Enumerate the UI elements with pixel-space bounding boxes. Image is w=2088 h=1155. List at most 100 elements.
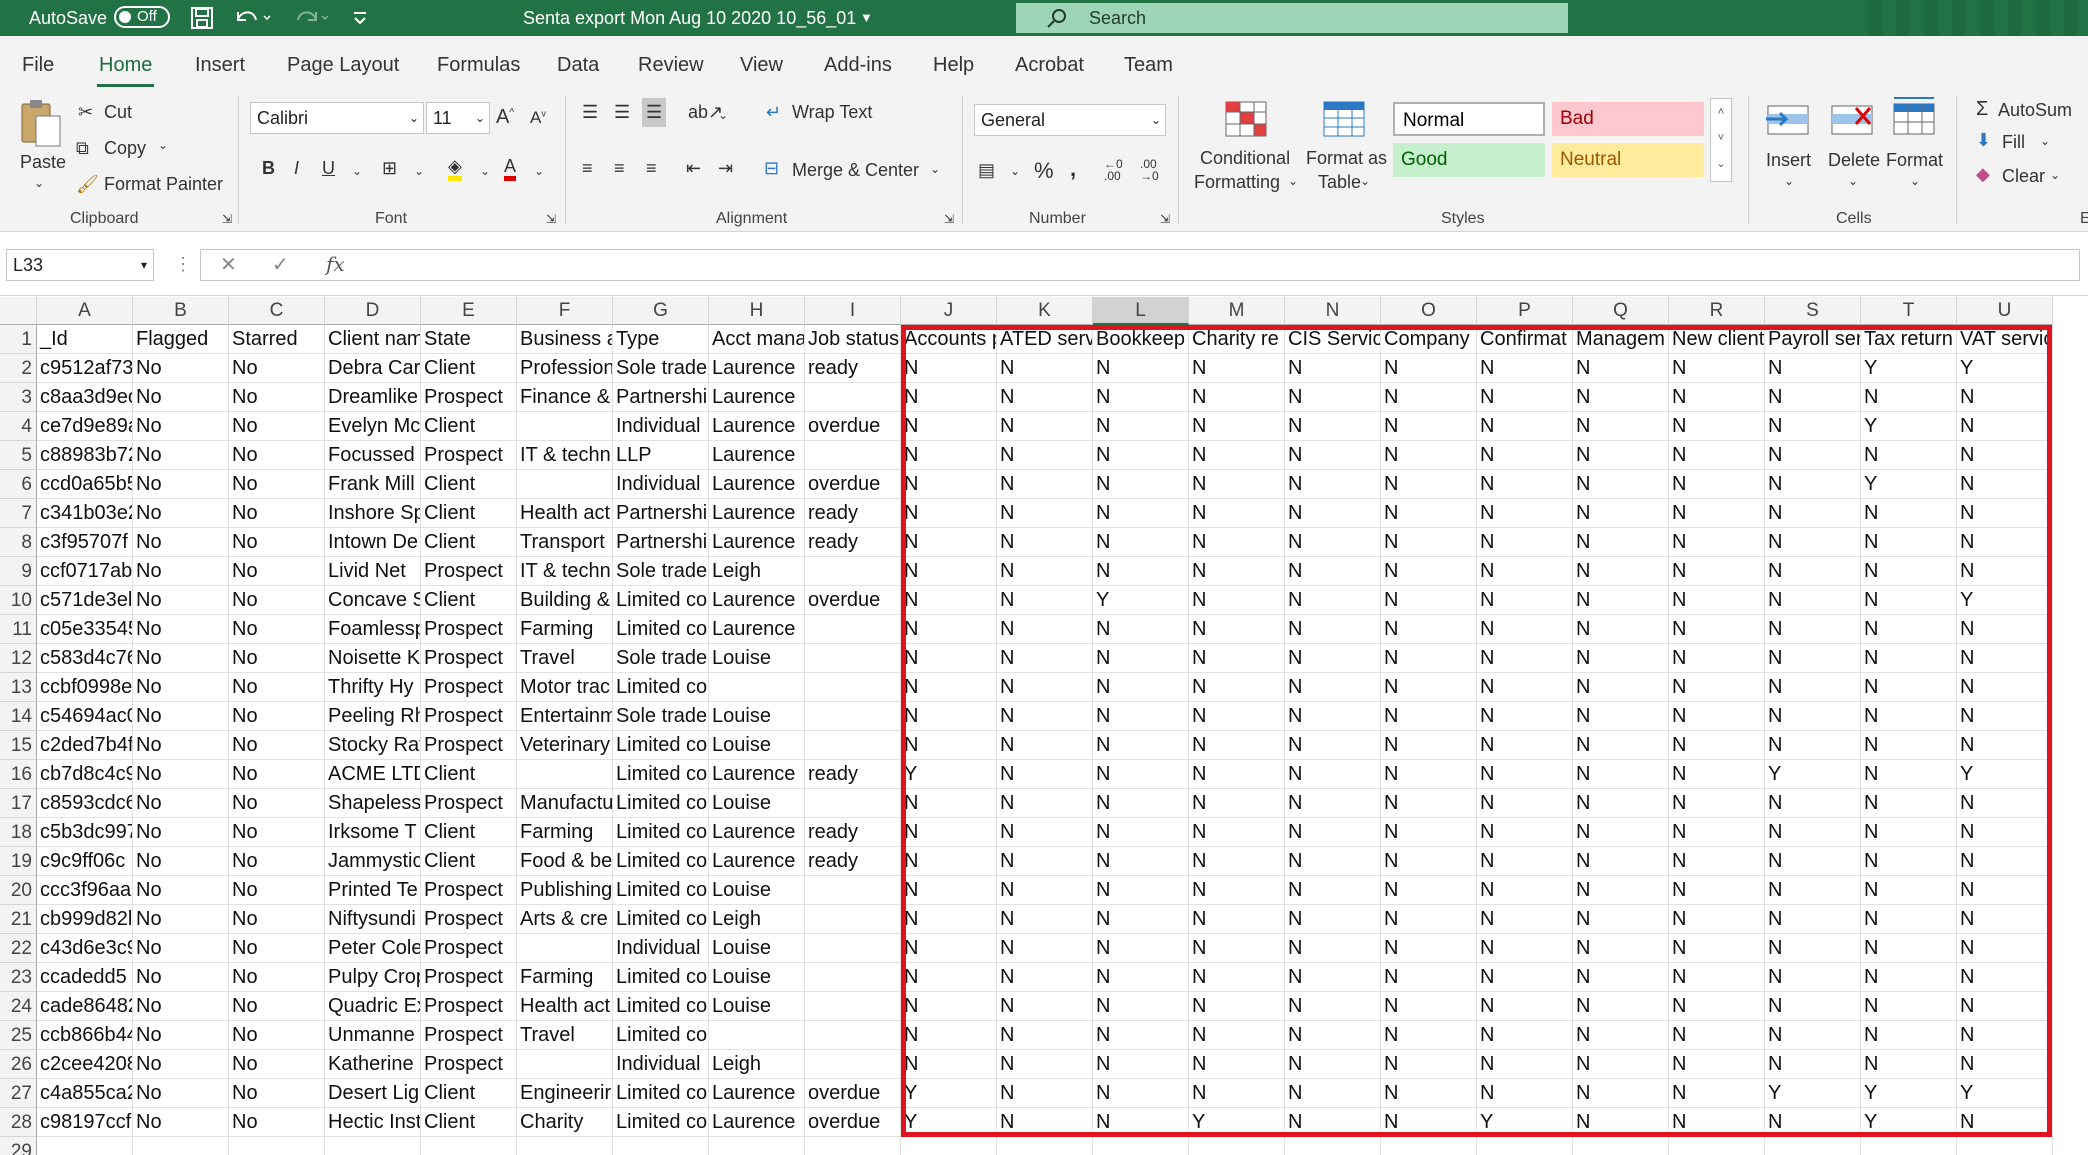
style-good[interactable]: Good: [1393, 143, 1545, 177]
cell-o28[interactable]: N: [1381, 1108, 1477, 1137]
cell-c17[interactable]: No: [229, 789, 325, 818]
cell-i23[interactable]: [805, 963, 901, 992]
cell-t26[interactable]: N: [1861, 1050, 1957, 1079]
column-header-f[interactable]: F: [517, 297, 613, 325]
cell-h27[interactable]: Laurence: [709, 1079, 805, 1108]
row-header-7[interactable]: 7: [0, 499, 37, 528]
cell-u3[interactable]: N: [1957, 383, 2053, 412]
tab-formulas[interactable]: Formulas: [437, 54, 520, 77]
align-right-icon[interactable]: ≡: [646, 158, 657, 179]
cell-p17[interactable]: N: [1477, 789, 1573, 818]
cell-k6[interactable]: N: [997, 470, 1093, 499]
row-header-8[interactable]: 8: [0, 528, 37, 557]
cell-u26[interactable]: N: [1957, 1050, 2053, 1079]
cell-i15[interactable]: [805, 731, 901, 760]
cell-r10[interactable]: N: [1669, 586, 1765, 615]
column-header-l[interactable]: L: [1093, 297, 1189, 325]
cell-m15[interactable]: N: [1189, 731, 1285, 760]
cell-q23[interactable]: N: [1573, 963, 1669, 992]
cell-l25[interactable]: N: [1093, 1021, 1189, 1050]
cell-g28[interactable]: Limited co: [613, 1108, 709, 1137]
header-cell-c[interactable]: Starred: [229, 325, 325, 354]
cell-p10[interactable]: N: [1477, 586, 1573, 615]
row-header-18[interactable]: 18: [0, 818, 37, 847]
cell-k22[interactable]: N: [997, 934, 1093, 963]
cell-h18[interactable]: Laurence: [709, 818, 805, 847]
cell-o3[interactable]: N: [1381, 383, 1477, 412]
cell-d19[interactable]: Jammystic: [325, 847, 421, 876]
cell-n29[interactable]: [1285, 1137, 1381, 1155]
cell-k29[interactable]: [997, 1137, 1093, 1155]
format-painter-icon[interactable]: 🖌: [76, 174, 99, 195]
cell-h12[interactable]: Louise: [709, 644, 805, 673]
accounting-dropdown-icon[interactable]: ⌄: [1010, 164, 1020, 178]
cell-r24[interactable]: N: [1669, 992, 1765, 1021]
cell-k3[interactable]: N: [997, 383, 1093, 412]
cell-d7[interactable]: Inshore Sp: [325, 499, 421, 528]
cell-p15[interactable]: N: [1477, 731, 1573, 760]
borders-icon[interactable]: ⊞: [382, 158, 397, 179]
cell-t9[interactable]: N: [1861, 557, 1957, 586]
cell-u12[interactable]: N: [1957, 644, 2053, 673]
cell-b22[interactable]: No: [133, 934, 229, 963]
cell-d17[interactable]: Shapeless: [325, 789, 421, 818]
cell-t28[interactable]: Y: [1861, 1108, 1957, 1137]
header-cell-o[interactable]: Company: [1381, 325, 1477, 354]
cell-j7[interactable]: N: [901, 499, 997, 528]
row-header-12[interactable]: 12: [0, 644, 37, 673]
row-header-14[interactable]: 14: [0, 702, 37, 731]
cell-l7[interactable]: N: [1093, 499, 1189, 528]
cell-p13[interactable]: N: [1477, 673, 1573, 702]
cell-s18[interactable]: N: [1765, 818, 1861, 847]
cell-h20[interactable]: Louise: [709, 876, 805, 905]
cell-k16[interactable]: N: [997, 760, 1093, 789]
cell-q27[interactable]: N: [1573, 1079, 1669, 1108]
fill-color-icon[interactable]: ◈: [448, 156, 462, 181]
increase-indent-icon[interactable]: ⇥: [718, 158, 733, 179]
cell-b29[interactable]: [133, 1137, 229, 1155]
cell-r5[interactable]: N: [1669, 441, 1765, 470]
cell-i5[interactable]: [805, 441, 901, 470]
cell-p19[interactable]: N: [1477, 847, 1573, 876]
cell-j22[interactable]: N: [901, 934, 997, 963]
cell-s8[interactable]: N: [1765, 528, 1861, 557]
wrap-text-button[interactable]: Wrap Text: [792, 102, 872, 123]
paste-icon[interactable]: [18, 98, 64, 155]
tab-data[interactable]: Data: [557, 54, 599, 77]
cell-m21[interactable]: N: [1189, 905, 1285, 934]
format-as-table-icon[interactable]: [1322, 100, 1366, 145]
cell-i7[interactable]: ready: [805, 499, 901, 528]
cell-d8[interactable]: Intown De: [325, 528, 421, 557]
cell-r15[interactable]: N: [1669, 731, 1765, 760]
cell-r4[interactable]: N: [1669, 412, 1765, 441]
cell-u14[interactable]: N: [1957, 702, 2053, 731]
cell-a5[interactable]: c88983b72: [37, 441, 133, 470]
cell-q13[interactable]: N: [1573, 673, 1669, 702]
cell-c15[interactable]: No: [229, 731, 325, 760]
cell-i20[interactable]: [805, 876, 901, 905]
redo-icon[interactable]: [290, 0, 330, 36]
cell-p8[interactable]: N: [1477, 528, 1573, 557]
cell-q2[interactable]: N: [1573, 354, 1669, 383]
cell-r22[interactable]: N: [1669, 934, 1765, 963]
column-header-c[interactable]: C: [229, 297, 325, 325]
cell-k18[interactable]: N: [997, 818, 1093, 847]
autosum-button[interactable]: AutoSum: [1998, 100, 2072, 121]
cell-a23[interactable]: ccadedd5: [37, 963, 133, 992]
cell-a2[interactable]: c9512af73: [37, 354, 133, 383]
cell-t24[interactable]: N: [1861, 992, 1957, 1021]
row-header-4[interactable]: 4: [0, 412, 37, 441]
cell-d23[interactable]: Pulpy Crop: [325, 963, 421, 992]
formula-input[interactable]: [200, 249, 2080, 281]
cell-m19[interactable]: N: [1189, 847, 1285, 876]
cell-q4[interactable]: N: [1573, 412, 1669, 441]
cell-r3[interactable]: N: [1669, 383, 1765, 412]
cell-c21[interactable]: No: [229, 905, 325, 934]
cell-a26[interactable]: c2cee4208: [37, 1050, 133, 1079]
cell-j25[interactable]: N: [901, 1021, 997, 1050]
cell-s25[interactable]: N: [1765, 1021, 1861, 1050]
row-header-29[interactable]: 29: [0, 1137, 37, 1155]
cell-u21[interactable]: N: [1957, 905, 2053, 934]
cell-c10[interactable]: No: [229, 586, 325, 615]
cell-o20[interactable]: N: [1381, 876, 1477, 905]
